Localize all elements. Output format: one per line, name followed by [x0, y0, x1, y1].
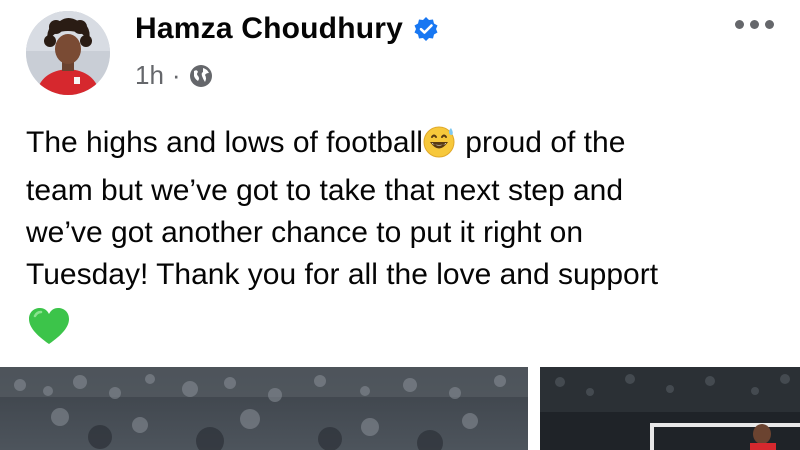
stadium-player-image — [540, 367, 800, 450]
meta-separator: · — [171, 60, 181, 90]
more-dot — [765, 20, 774, 29]
post-photo-1[interactable] — [0, 367, 528, 450]
stadium-crowd-image — [0, 367, 528, 450]
verified-badge-icon — [413, 16, 439, 42]
post-text: The highs and lows of football proud of … — [26, 122, 786, 296]
author-avatar[interactable] — [26, 11, 110, 95]
post-text-part-1: The highs and lows of football — [26, 126, 423, 159]
facebook-post: Hamza Choudhury 1h · The highs and lows … — [0, 0, 800, 450]
green-heart-icon — [28, 307, 70, 347]
author-name[interactable]: Hamza Choudhury — [135, 12, 403, 46]
post-meta: 1h · — [135, 60, 213, 91]
more-dot — [750, 20, 759, 29]
post-photo-2[interactable] — [540, 367, 800, 450]
grinning-sweat-icon — [423, 124, 457, 170]
more-dot — [735, 20, 744, 29]
more-options-icon[interactable] — [735, 20, 774, 29]
post-time[interactable]: 1h — [135, 60, 164, 91]
globe-icon[interactable] — [189, 64, 213, 88]
author-row: Hamza Choudhury — [135, 12, 439, 46]
avatar-image — [26, 11, 110, 95]
